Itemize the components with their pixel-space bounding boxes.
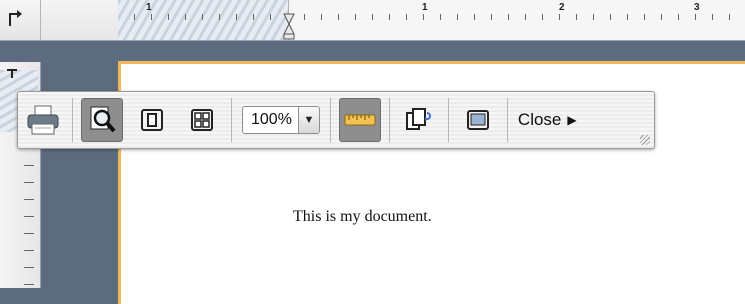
document-text[interactable]: This is my document. (293, 208, 432, 226)
multiple-pages-button[interactable] (181, 98, 223, 142)
full-screen-button[interactable] (457, 98, 499, 142)
single-page-icon (141, 109, 163, 131)
left-tab-marker-icon (7, 69, 17, 78)
top-ruler[interactable]: 1 1 2 3 (0, 0, 745, 41)
full-screen-icon (466, 110, 489, 130)
ruler-ticks (118, 0, 745, 40)
ruler-number: 1 (146, 2, 152, 13)
copy-pages-icon (405, 108, 431, 130)
ruler-number: 2 (559, 2, 565, 13)
indent-marker-icon[interactable] (283, 12, 295, 40)
ruler-number: 3 (694, 2, 700, 13)
ruler-icon (344, 114, 376, 126)
print-button[interactable] (22, 98, 64, 142)
chevron-down-icon[interactable]: ▼ (297, 107, 319, 133)
close-button[interactable]: Close ▶ (518, 110, 583, 130)
printer-icon (27, 105, 59, 135)
one-page-button[interactable] (131, 98, 173, 142)
toolbar-separator (506, 98, 508, 142)
magnifier-icon (90, 106, 116, 133)
triangle-right-icon: ▶ (567, 113, 577, 127)
magnifier-button[interactable] (81, 98, 123, 142)
toolbar-separator (388, 98, 390, 142)
resize-grip-icon[interactable] (640, 135, 650, 145)
show-ruler-button[interactable] (338, 98, 381, 142)
tab-stop-icon (9, 10, 22, 26)
ruler-number: 1 (422, 2, 428, 13)
left-ruler-ticks (24, 132, 34, 288)
zoom-value: 100% (251, 111, 292, 128)
close-label: Close (517, 110, 562, 129)
copy-pages-button[interactable] (398, 98, 440, 142)
full-screen-toolbar: 100% ▼ Close ▶ (17, 91, 655, 149)
toolbar-separator (72, 98, 73, 142)
toolbar-separator (329, 98, 331, 142)
zoom-select[interactable]: 100% ▼ (242, 106, 320, 134)
four-pages-icon (191, 109, 213, 131)
toolbar-separator (447, 98, 449, 142)
tab-stop-selector[interactable] (0, 0, 41, 40)
toolbar-separator (231, 98, 232, 142)
